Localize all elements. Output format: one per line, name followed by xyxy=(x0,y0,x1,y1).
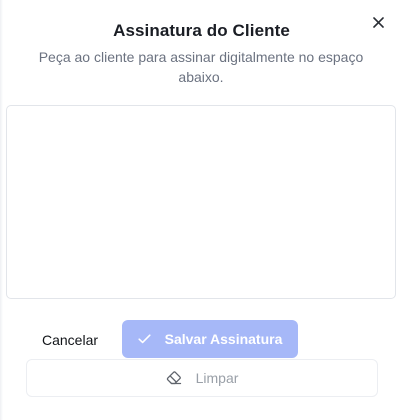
check-icon xyxy=(138,334,151,344)
cancel-button[interactable]: Cancelar xyxy=(30,322,110,358)
eraser-icon xyxy=(166,371,181,385)
clear-button[interactable]: Limpar xyxy=(26,359,378,397)
dialog-title: Assinatura do Cliente xyxy=(113,21,290,40)
save-signature-label: Salvar Assinatura xyxy=(164,331,283,347)
signature-dialog: Assinatura do Cliente Peça ao cliente pa… xyxy=(0,0,401,420)
clear-button-label: Limpar xyxy=(195,370,239,386)
cancel-button-label: Cancelar xyxy=(41,332,99,348)
dialog-subtitle: Peça ao cliente para assinar digitalment… xyxy=(38,49,364,85)
dialog-edge xyxy=(0,0,3,420)
save-signature-button[interactable]: Salvar Assinatura xyxy=(122,320,298,358)
signature-canvas[interactable] xyxy=(6,105,396,299)
